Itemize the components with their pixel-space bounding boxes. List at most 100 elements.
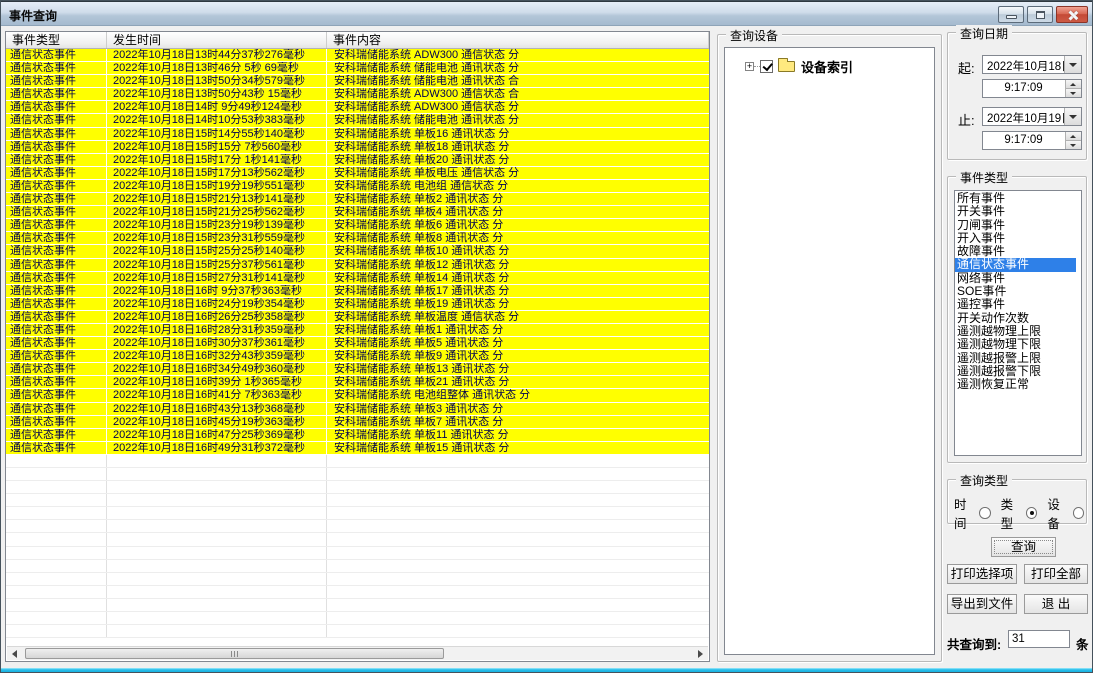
event-type-item[interactable]: 遥测恢复正常	[955, 378, 1081, 391]
chevron-down-icon	[1069, 63, 1077, 67]
column-header-event-type[interactable]: 事件类型	[6, 32, 107, 48]
table-row[interactable]: 通信状态事件2022年10月18日15时14分55秒140毫秒安科瑞储能系统 单…	[6, 128, 709, 141]
radio-icon[interactable]	[1073, 507, 1084, 519]
from-time-spinner[interactable]: 9:17:09	[982, 79, 1082, 98]
query-type-option-类型[interactable]: 类型	[1001, 494, 1038, 532]
table-row[interactable]: 通信状态事件2022年10月18日13时44分37秒276毫秒安科瑞储能系统 A…	[6, 49, 709, 62]
event-type-item[interactable]: 开关动作次数	[955, 312, 1081, 325]
table-row[interactable]: 通信状态事件2022年10月18日16时41分 7秒363毫秒安科瑞储能系统 电…	[6, 389, 709, 402]
event-type-item[interactable]: 开入事件	[955, 232, 1081, 245]
export-to-file-button[interactable]: 导出到文件	[947, 594, 1017, 614]
table-row[interactable]: 通信状态事件2022年10月18日15时17分13秒562毫秒安科瑞储能系统 单…	[6, 167, 709, 180]
table-row[interactable]: 通信状态事件2022年10月18日16时43分13秒368毫秒安科瑞储能系统 单…	[6, 403, 709, 416]
radio-icon[interactable]	[1026, 507, 1037, 519]
column-header-time[interactable]: 发生时间	[107, 32, 327, 48]
event-type-panel-title: 事件类型	[956, 169, 1012, 186]
from-date-dropdown[interactable]: 2022年10月18日	[982, 55, 1082, 74]
device-index-checkbox[interactable]	[760, 60, 773, 73]
table-row[interactable]: 通信状态事件2022年10月18日15时23分19秒139毫秒安科瑞储能系统 单…	[6, 219, 709, 232]
event-type-item[interactable]: 遥测越物理下限	[955, 338, 1081, 351]
table-row[interactable]: 通信状态事件2022年10月18日16时32分43秒359毫秒安科瑞储能系统 单…	[6, 350, 709, 363]
table-cell: 2022年10月18日14时10分53秒383毫秒	[107, 114, 327, 126]
scroll-right-arrow-icon[interactable]	[692, 647, 708, 660]
close-button[interactable]	[1056, 6, 1088, 23]
scroll-left-arrow-icon[interactable]	[7, 647, 23, 660]
result-count-field[interactable]: 31	[1008, 630, 1070, 648]
table-row[interactable]: 通信状态事件2022年10月18日15时25分25秒140毫秒安科瑞储能系统 单…	[6, 245, 709, 258]
minimize-button[interactable]	[998, 6, 1024, 23]
event-type-item[interactable]: 网络事件	[955, 272, 1081, 285]
to-time-up-button[interactable]	[1065, 132, 1081, 141]
query-type-option-设备[interactable]: 设备	[1047, 494, 1084, 532]
table-body: 通信状态事件2022年10月18日13时44分37秒276毫秒安科瑞储能系统 A…	[6, 49, 709, 646]
to-time-spinner[interactable]: 9:17:09	[982, 131, 1082, 150]
event-type-item[interactable]: 故障事件	[955, 245, 1081, 258]
table-row[interactable]: 通信状态事件2022年10月18日16时24分19秒354毫秒安科瑞储能系统 单…	[6, 298, 709, 311]
event-type-item[interactable]: 遥测越报警下限	[955, 365, 1081, 378]
table-row[interactable]: 通信状态事件2022年10月18日16时49分31秒372毫秒安科瑞储能系统 单…	[6, 442, 709, 455]
table-cell	[6, 533, 107, 545]
table-row[interactable]: 通信状态事件2022年10月18日13时46分 5秒 69毫秒安科瑞储能系统 储…	[6, 62, 709, 75]
to-date-dropdown-button[interactable]	[1064, 108, 1081, 125]
table-row[interactable]: 通信状态事件2022年10月18日15时19分19秒551毫秒安科瑞储能系统 电…	[6, 180, 709, 193]
table-cell: 安科瑞储能系统 单板3 通讯状态 分	[327, 403, 709, 415]
print-selected-button[interactable]: 打印选择项	[947, 564, 1017, 584]
event-type-item[interactable]: 遥测越报警上限	[955, 352, 1081, 365]
table-row[interactable]: 通信状态事件2022年10月18日15时21分25秒562毫秒安科瑞储能系统 单…	[6, 206, 709, 219]
triangle-right-icon	[698, 650, 703, 658]
table-row[interactable]: 通信状态事件2022年10月18日13时50分43秒 15毫秒安科瑞储能系统 A…	[6, 88, 709, 101]
table-row[interactable]: 通信状态事件2022年10月18日16时34分49秒360毫秒安科瑞储能系统 单…	[6, 363, 709, 376]
event-type-item[interactable]: 开关事件	[955, 205, 1081, 218]
event-type-item[interactable]: 遥控事件	[955, 298, 1081, 311]
horizontal-scrollbar[interactable]	[7, 646, 708, 660]
table-cell: 2022年10月18日15时25分37秒561毫秒	[107, 259, 327, 271]
from-time-down-button[interactable]	[1065, 89, 1081, 97]
to-date-dropdown[interactable]: 2022年10月19日	[982, 107, 1082, 126]
table-cell	[327, 612, 709, 624]
table-row[interactable]: 通信状态事件2022年10月18日15时15分 7秒560毫秒安科瑞储能系统 单…	[6, 141, 709, 154]
table-row[interactable]: 通信状态事件2022年10月18日15时21分13秒141毫秒安科瑞储能系统 单…	[6, 193, 709, 206]
table-cell	[327, 494, 709, 506]
table-row[interactable]: 通信状态事件2022年10月18日14时10分53秒383毫秒安科瑞储能系统 储…	[6, 114, 709, 127]
table-row[interactable]: 通信状态事件2022年10月18日16时39分 1秒365毫秒安科瑞储能系统 单…	[6, 376, 709, 389]
table-cell: 2022年10月18日16时30分37秒361毫秒	[107, 337, 327, 349]
table-cell	[107, 494, 327, 506]
event-type-item[interactable]: SOE事件	[955, 285, 1081, 298]
table-row[interactable]: 通信状态事件2022年10月18日13时50分34秒579毫秒安科瑞储能系统 储…	[6, 75, 709, 88]
table-row[interactable]: 通信状态事件2022年10月18日16时26分25秒358毫秒安科瑞储能系统 单…	[6, 311, 709, 324]
table-row[interactable]: 通信状态事件2022年10月18日16时45分19秒363毫秒安科瑞储能系统 单…	[6, 416, 709, 429]
tree-node-device-index[interactable]: + 设备索引	[745, 58, 853, 74]
table-row[interactable]: 通信状态事件2022年10月18日15时17分 1秒141毫秒安科瑞储能系统 单…	[6, 154, 709, 167]
table-row[interactable]: 通信状态事件2022年10月18日16时 9分37秒363毫秒安科瑞储能系统 单…	[6, 285, 709, 298]
tree-expand-icon[interactable]: +	[745, 62, 754, 71]
table-cell: 2022年10月18日14时 9分49秒124毫秒	[107, 101, 327, 113]
table-row[interactable]: 通信状态事件2022年10月18日15时25分37秒561毫秒安科瑞储能系统 单…	[6, 259, 709, 272]
maximize-button[interactable]	[1027, 6, 1053, 23]
table-row[interactable]: 通信状态事件2022年10月18日16时28分31秒359毫秒安科瑞储能系统 单…	[6, 324, 709, 337]
query-button[interactable]: 查询	[991, 537, 1056, 557]
exit-button[interactable]: 退 出	[1024, 594, 1088, 614]
table-row[interactable]: 通信状态事件2022年10月18日16时47分25秒369毫秒安科瑞储能系统 单…	[6, 429, 709, 442]
table-row[interactable]: 通信状态事件2022年10月18日15时23分31秒559毫秒安科瑞储能系统 单…	[6, 232, 709, 245]
event-type-item[interactable]: 遥测越物理上限	[955, 325, 1081, 338]
from-date-dropdown-button[interactable]	[1064, 56, 1081, 73]
print-all-button[interactable]: 打印全部	[1024, 564, 1088, 584]
scrollbar-thumb[interactable]	[25, 648, 444, 659]
date-panel: 查询日期 起: 2022年10月18日 9:17:09 止: 2022年10月1…	[947, 32, 1087, 160]
to-time-down-button[interactable]	[1065, 141, 1081, 149]
table-row[interactable]: 通信状态事件2022年10月18日15时27分31秒141毫秒安科瑞储能系统 单…	[6, 272, 709, 285]
table-row[interactable]: 通信状态事件2022年10月18日14时 9分49秒124毫秒安科瑞储能系统 A…	[6, 101, 709, 114]
event-type-item[interactable]: 刀闸事件	[955, 219, 1081, 232]
table-row[interactable]: 通信状态事件2022年10月18日16时30分37秒361毫秒安科瑞储能系统 单…	[6, 337, 709, 350]
event-type-item[interactable]: 通信状态事件	[955, 258, 1076, 271]
event-type-item[interactable]: 所有事件	[955, 192, 1081, 205]
from-time-up-button[interactable]	[1065, 80, 1081, 89]
device-panel-title: 查询设备	[726, 27, 782, 44]
radio-label: 设备	[1047, 494, 1070, 532]
table-cell: 安科瑞储能系统 ADW300 通信状态 合	[327, 88, 709, 100]
arrow-up-icon	[1070, 83, 1076, 86]
column-header-content[interactable]: 事件内容	[327, 32, 709, 48]
query-type-option-时间[interactable]: 时间	[954, 494, 991, 532]
radio-icon[interactable]	[979, 507, 990, 519]
table-cell: 安科瑞储能系统 储能电池 通讯状态 分	[327, 62, 709, 74]
